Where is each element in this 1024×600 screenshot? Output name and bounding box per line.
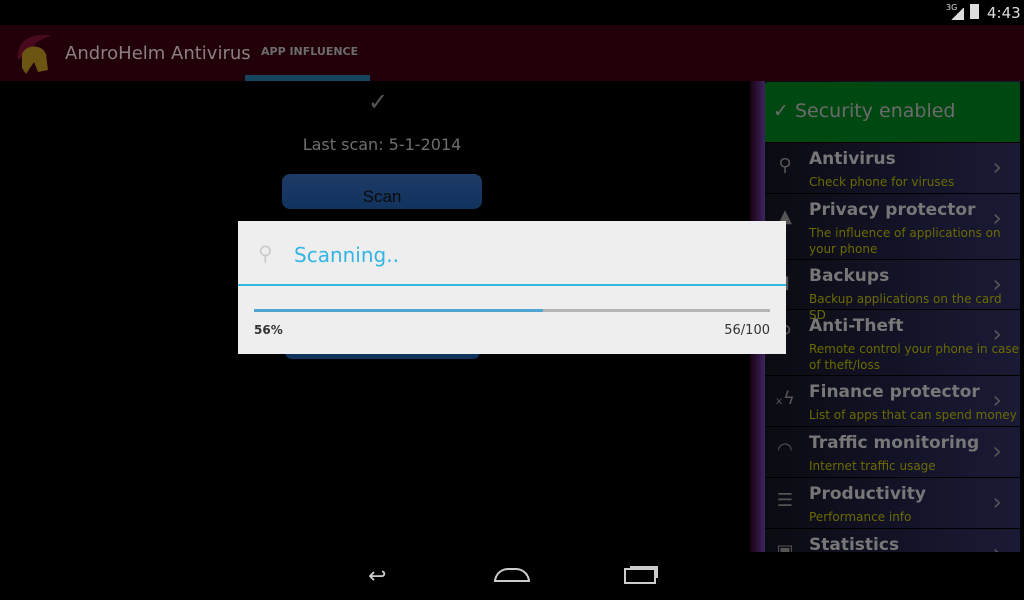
item-subtitle: Remote control your phone in case of the… xyxy=(809,342,1020,372)
finance-icon: ₓϟ xyxy=(775,388,795,409)
tab-label: APP INFLUENCE xyxy=(261,45,359,58)
chevron-right-icon: › xyxy=(992,320,1002,348)
chevron-right-icon: › xyxy=(992,270,1002,298)
item-title: Productivity xyxy=(809,484,926,504)
security-status: Security enabled xyxy=(794,100,956,122)
menu-item-finance-protector[interactable]: ₓϟ Finance protector List of apps that can… xyxy=(765,375,1020,426)
item-subtitle: The influence of applications on your ph… xyxy=(809,226,1001,256)
dialog-title: Scanning.. xyxy=(294,243,399,267)
chevron-right-icon: › xyxy=(992,488,1002,516)
signal-icon xyxy=(950,8,964,20)
dialog-divider xyxy=(238,284,786,286)
item-subtitle: Internet traffic usage xyxy=(809,459,936,473)
item-title: Backups xyxy=(809,266,890,286)
clock: 4:43 xyxy=(987,4,1021,22)
last-scan-text: Last scan: 5-1-2014 xyxy=(302,135,462,154)
search-icon: ⚲ xyxy=(258,241,273,265)
chevron-right-icon: › xyxy=(992,204,1002,232)
check-icon: ✓ xyxy=(773,100,795,122)
security-status-header: ✓ Security enabled xyxy=(765,82,1020,142)
home-icon[interactable] xyxy=(494,568,530,582)
menu-item-traffic-monitoring[interactable]: ◠ Traffic monitoring Internet traffic usag… xyxy=(765,426,1020,477)
scanning-dialog: ⚲ Scanning.. 56% 56/100 xyxy=(238,221,786,354)
item-title: Statistics xyxy=(809,535,900,552)
search-icon: ⚲ xyxy=(778,155,792,176)
item-title: Antivirus xyxy=(809,149,896,169)
wifi-icon: ◠ xyxy=(777,439,793,460)
tab-indicator xyxy=(245,75,370,81)
item-title: Privacy protector xyxy=(809,200,976,220)
menu-item-anti-theft[interactable]: ⚲Anti-TheftRemote control your phone in … xyxy=(765,309,1020,375)
battery-icon xyxy=(970,4,979,19)
chevron-right-icon: › xyxy=(992,437,1002,465)
back-icon[interactable]: ↩ xyxy=(368,564,386,589)
clipboard-icon: ▣ xyxy=(776,541,794,552)
menu-item-statistics[interactable]: ▣ Statistics › xyxy=(765,528,1020,552)
item-title: Traffic monitoring xyxy=(809,433,980,453)
menu-item-antivirus[interactable]: ⚲ Antivirus Check phone for viruses › xyxy=(765,142,1020,193)
helmet-logo-icon[interactable] xyxy=(12,30,58,76)
item-subtitle: Performance info xyxy=(809,510,912,524)
menu-item-productivity[interactable]: ☰ Productivity Performance info › xyxy=(765,477,1020,528)
status-bar: 3G 4:43 xyxy=(0,0,1024,25)
app-title: AndroHelm Antivirus xyxy=(65,43,251,64)
menu-item-backups[interactable]: ▮BackupsBackup applications on the card … xyxy=(765,259,1020,322)
security-panel: ✓ Security enabled ⚲ Antivirus Check phone… xyxy=(765,81,1020,552)
item-title: Anti-Theft xyxy=(809,316,904,336)
tab-app-influence[interactable]: APP INFLUENCE xyxy=(245,25,370,81)
progress-count: 56/100 xyxy=(724,323,770,338)
check-icon: ✓ xyxy=(368,88,389,116)
chevron-right-icon: › xyxy=(992,386,1002,414)
progress-fill xyxy=(254,309,543,312)
item-subtitle: Check phone for viruses xyxy=(809,175,955,189)
document-icon: ☰ xyxy=(776,490,794,511)
scan-button[interactable]: Scan xyxy=(282,174,482,209)
chevron-right-icon: › xyxy=(992,539,1002,552)
item-title: Finance protector xyxy=(809,382,980,402)
progress-bar xyxy=(254,309,770,312)
menu-item-privacy-protector[interactable]: ▲ Privacy protector The influence of appli… xyxy=(765,193,1020,259)
progress-percent: 56% xyxy=(254,323,283,337)
chevron-right-icon: › xyxy=(992,153,1002,181)
recent-apps-icon[interactable] xyxy=(624,568,656,584)
navigation-bar: ↩ xyxy=(0,552,1024,600)
item-subtitle: List of apps that can spend money xyxy=(809,408,1017,422)
